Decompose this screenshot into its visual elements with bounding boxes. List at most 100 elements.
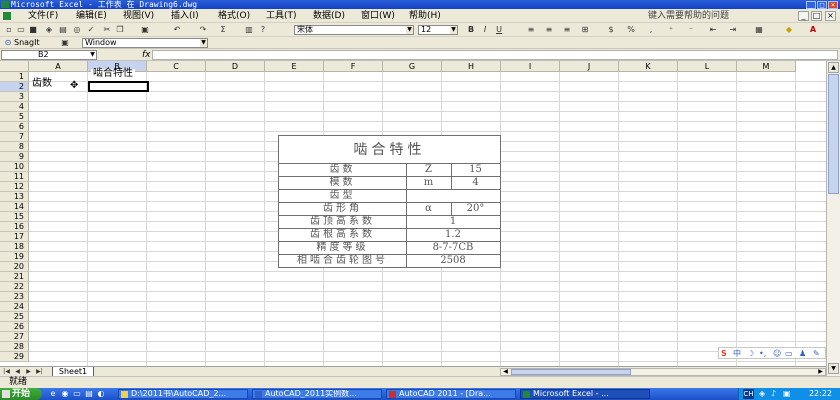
- qq-icon[interactable]: ◐: [96, 389, 106, 399]
- merge-center-icon[interactable]: ⊞: [580, 25, 590, 35]
- cut-icon[interactable]: ✂: [102, 25, 112, 35]
- doc-minimize-button[interactable]: _: [798, 11, 809, 21]
- doc-icon[interactable]: [3, 12, 11, 20]
- doc-close-button[interactable]: ×: [825, 11, 836, 21]
- row-header-11[interactable]: 11: [0, 172, 29, 182]
- bold-button[interactable]: B: [466, 25, 476, 35]
- column-header-i[interactable]: I: [501, 61, 560, 72]
- print-icon[interactable]: ▤: [58, 25, 68, 35]
- column-header-g[interactable]: G: [383, 61, 442, 72]
- gear-spec-drawing[interactable]: 啮合特性 齿数 Z 15 模数 m 4 齿型 齿形角 α 20° 齿顶高系数 1 齿根高系数 1.2 精度等…: [278, 135, 501, 268]
- clock[interactable]: 22:22: [809, 388, 832, 400]
- font-size-select[interactable]: 12 ▼: [418, 25, 458, 35]
- volume-icon[interactable]: ♪: [771, 389, 776, 399]
- chevron-down-icon[interactable]: ▼: [200, 39, 207, 47]
- last-sheet-icon[interactable]: ▶|: [35, 368, 44, 376]
- next-sheet-icon[interactable]: ▶: [24, 368, 33, 376]
- horizontal-scrollbar[interactable]: ◀ ▶: [500, 368, 826, 376]
- comma-button[interactable]: ,: [646, 25, 656, 35]
- keyboard-icon[interactable]: ▭: [785, 348, 793, 360]
- align-center-icon[interactable]: ≡: [544, 25, 554, 35]
- row-header-21[interactable]: 21: [0, 272, 29, 282]
- save-icon[interactable]: ■: [28, 25, 38, 35]
- function-icon[interactable]: fx: [142, 49, 151, 61]
- permission-icon[interactable]: ◈: [44, 25, 54, 35]
- row-header-29[interactable]: 29: [0, 352, 29, 362]
- row-header-16[interactable]: 16: [0, 222, 29, 232]
- column-header-a[interactable]: A: [29, 61, 88, 72]
- menu-edit[interactable]: 编辑(E): [76, 10, 107, 22]
- menu-tools[interactable]: 工具(T): [266, 10, 297, 22]
- menu-view[interactable]: 视图(V): [123, 10, 154, 22]
- menu-help[interactable]: 帮助(H): [409, 10, 441, 22]
- column-header-f[interactable]: F: [324, 61, 383, 72]
- increase-indent-icon[interactable]: ⇥: [728, 25, 738, 35]
- row-header-4[interactable]: 4: [0, 102, 29, 112]
- tray-app-icon[interactable]: ◈: [759, 389, 765, 399]
- task-document[interactable]: AutoCAD_2011实例数...: [252, 389, 382, 399]
- vertical-scrollbar[interactable]: ▲ ▼: [826, 61, 840, 376]
- help-search-input[interactable]: 键入需要帮助的问题: [648, 10, 790, 22]
- row-header-14[interactable]: 14: [0, 202, 29, 212]
- help-icon[interactable]: ?: [258, 25, 268, 35]
- cell-A2[interactable]: 齿数: [32, 79, 52, 89]
- row-header-25[interactable]: 25: [0, 312, 29, 322]
- borders-icon[interactable]: ▦: [754, 25, 764, 35]
- column-header-d[interactable]: D: [206, 61, 265, 72]
- redo-icon[interactable]: ↷: [198, 25, 208, 35]
- snagit-button[interactable]: SnagIt: [14, 38, 40, 48]
- row-header-27[interactable]: 27: [0, 332, 29, 342]
- scroll-left-icon[interactable]: ◀: [501, 369, 510, 375]
- menu-insert[interactable]: 插入(I): [171, 10, 199, 22]
- row-header-7[interactable]: 7: [0, 132, 29, 142]
- row-header-20[interactable]: 20: [0, 262, 29, 272]
- open-icon[interactable]: ▭: [16, 25, 26, 35]
- spelling-icon[interactable]: ✓: [86, 25, 96, 35]
- media-icon[interactable]: ◉: [60, 389, 70, 399]
- menu-file[interactable]: 文件(F): [28, 10, 58, 22]
- network-icon[interactable]: ▣: [783, 389, 791, 399]
- row-header-2[interactable]: 2: [0, 82, 29, 92]
- first-sheet-icon[interactable]: |◀: [2, 368, 11, 376]
- task-excel[interactable]: Microsoft Excel - ...: [520, 389, 650, 399]
- explorer-icon[interactable]: ▤: [84, 389, 94, 399]
- menu-window[interactable]: 窗口(W): [361, 10, 395, 22]
- chevron-down-icon[interactable]: ▼: [450, 26, 457, 34]
- undo-icon[interactable]: ↶: [172, 25, 182, 35]
- prev-sheet-icon[interactable]: ◀: [13, 368, 22, 376]
- select-all-corner[interactable]: [0, 61, 29, 72]
- smile-icon[interactable]: ☺: [773, 348, 781, 360]
- decrease-decimal-icon[interactable]: ⁻: [686, 25, 696, 35]
- row-header-6[interactable]: 6: [0, 122, 29, 132]
- row-header-12[interactable]: 12: [0, 182, 29, 192]
- column-header-k[interactable]: K: [619, 61, 678, 72]
- underline-button[interactable]: U: [494, 25, 504, 35]
- row-header-28[interactable]: 28: [0, 342, 29, 352]
- column-header-j[interactable]: J: [560, 61, 619, 72]
- row-header-22[interactable]: 22: [0, 282, 29, 292]
- minimize-button[interactable]: _: [806, 1, 816, 9]
- row-header-5[interactable]: 5: [0, 112, 29, 122]
- scroll-right-icon[interactable]: ▶: [816, 369, 825, 375]
- sum-icon[interactable]: Σ: [218, 25, 228, 35]
- italic-button[interactable]: I: [480, 25, 490, 35]
- preview-icon[interactable]: ◎: [72, 25, 82, 35]
- scroll-up-icon[interactable]: ▲: [828, 62, 839, 73]
- scroll-down-icon[interactable]: ▼: [828, 363, 839, 374]
- desktop-icon[interactable]: ▭: [72, 389, 82, 399]
- cell-B1[interactable]: 啮合特性: [91, 69, 135, 79]
- close-button[interactable]: ×: [828, 1, 838, 9]
- chevron-down-icon[interactable]: ▼: [406, 26, 413, 34]
- row-header-10[interactable]: 10: [0, 162, 29, 172]
- ie-icon[interactable]: e: [48, 389, 58, 399]
- capture-target-select[interactable]: Window ▼: [82, 38, 208, 48]
- vertical-scroll-thumb[interactable]: [828, 74, 839, 194]
- moon-icon[interactable]: ☽: [747, 348, 754, 360]
- column-header-e[interactable]: E: [265, 61, 324, 72]
- maximize-button[interactable]: □: [817, 1, 827, 9]
- row-header-13[interactable]: 13: [0, 192, 29, 202]
- column-header-l[interactable]: L: [678, 61, 737, 72]
- task-folder[interactable]: D:\2011书\AutoCAD_2...: [118, 389, 248, 399]
- align-right-icon[interactable]: ≡: [562, 25, 572, 35]
- column-header-h[interactable]: H: [442, 61, 501, 72]
